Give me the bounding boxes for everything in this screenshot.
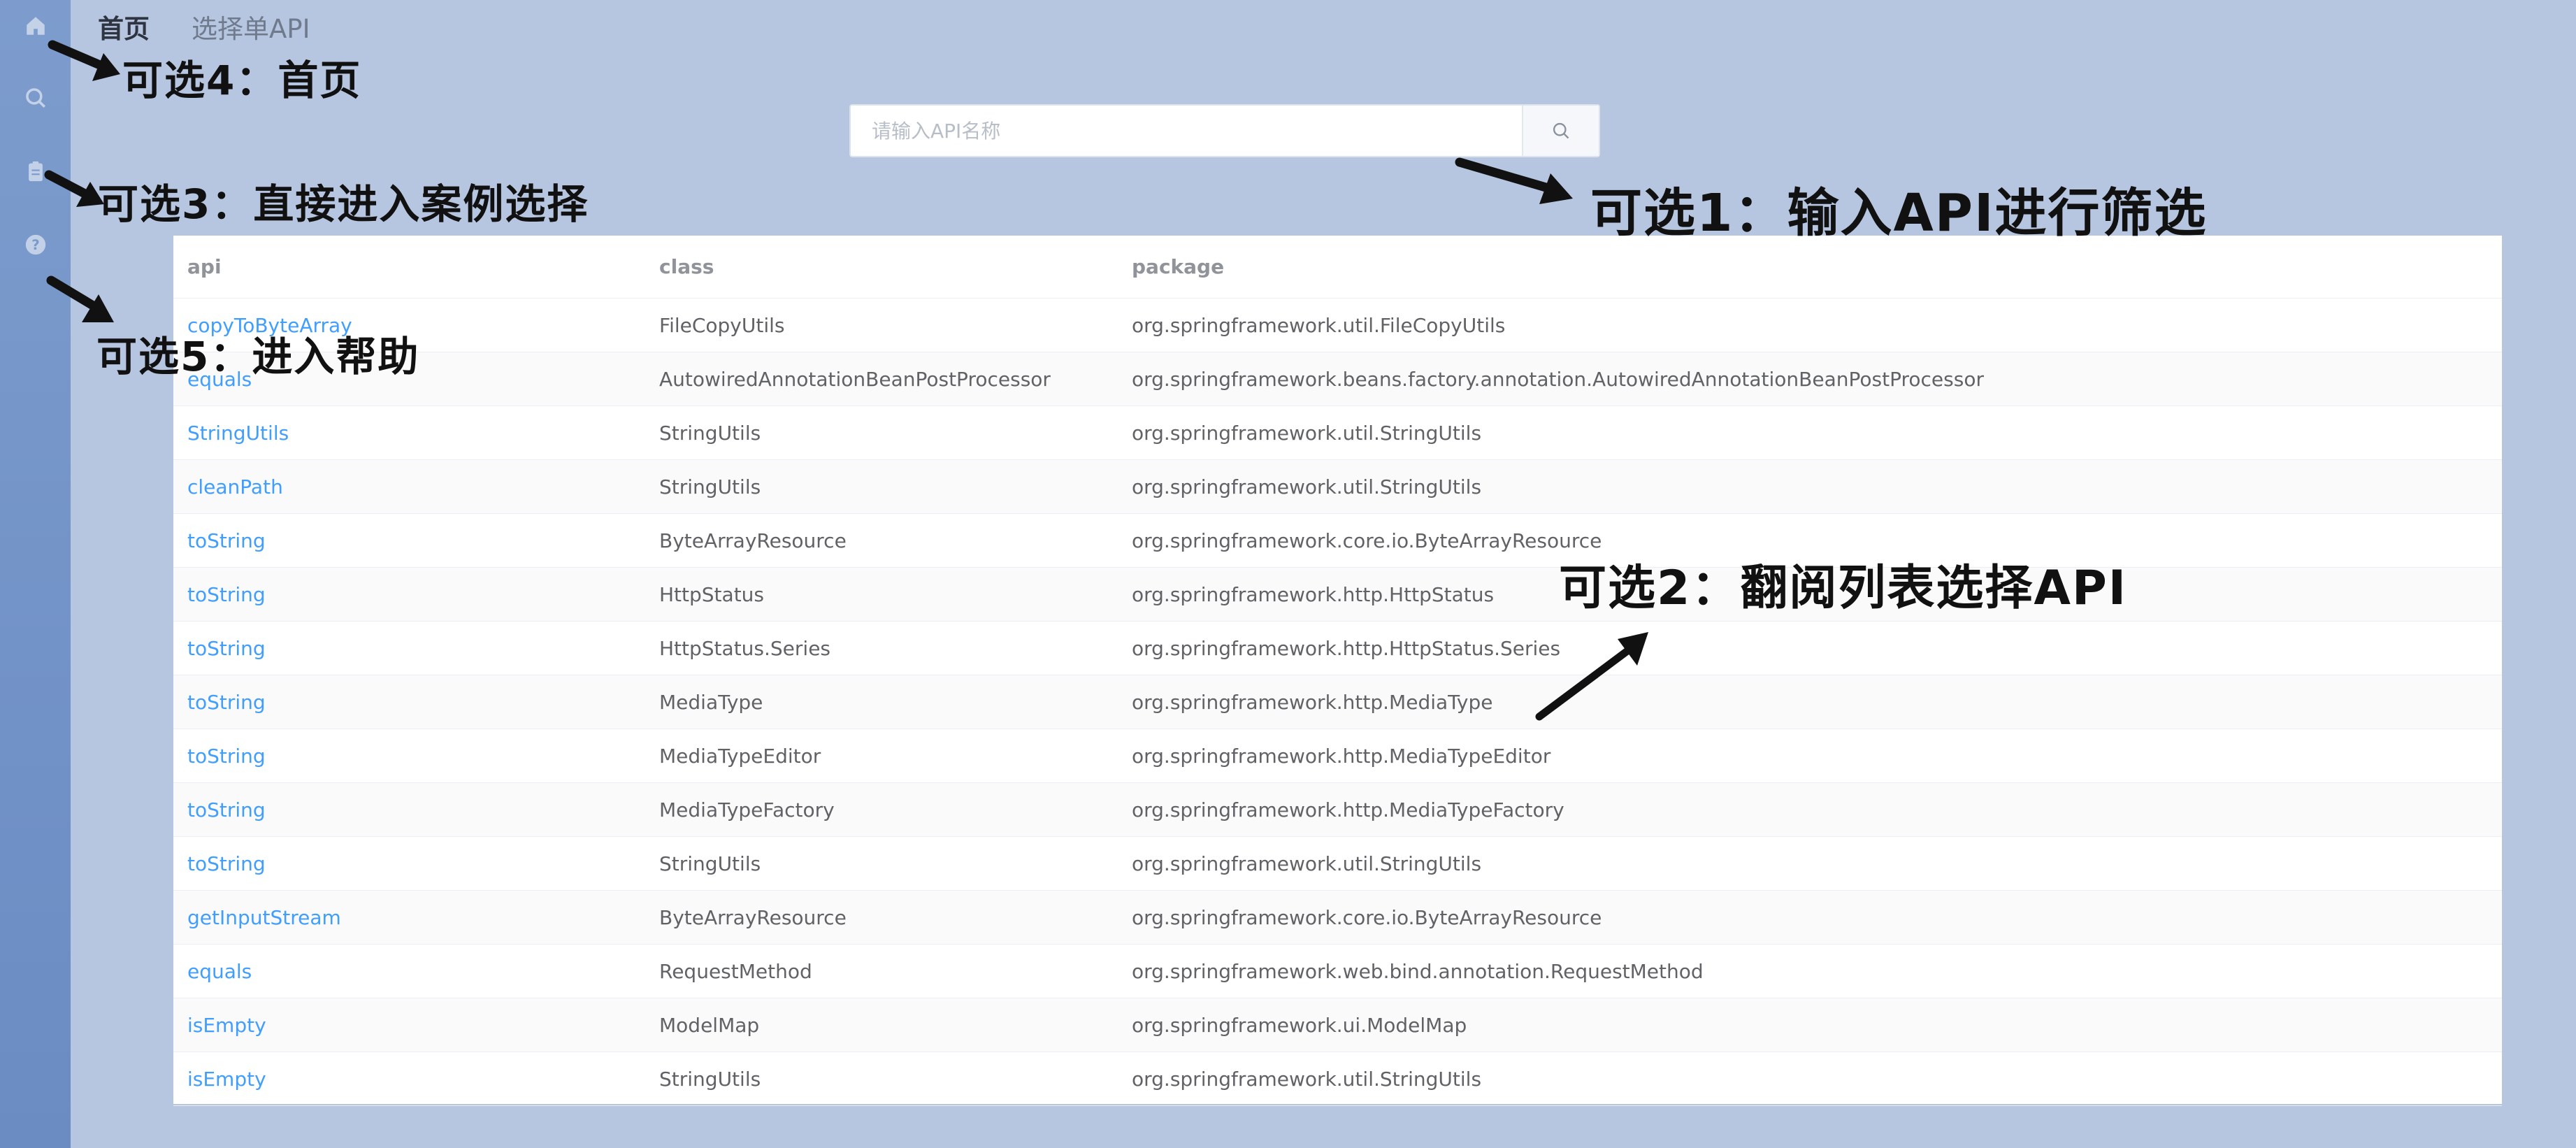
api-link[interactable]: toString	[173, 637, 645, 660]
api-link[interactable]: equals	[173, 960, 645, 983]
api-link[interactable]: toString	[173, 691, 645, 714]
package-cell: org.springframework.util.StringUtils	[1132, 421, 1482, 445]
table-row[interactable]: toString HttpStatus org.springframework.ht…	[173, 568, 2502, 622]
class-cell: FileCopyUtils	[659, 313, 785, 337]
annotation-option-4: 可选4：首页	[122, 57, 362, 104]
api-link[interactable]: isEmpty	[173, 1014, 645, 1037]
nav-home[interactable]: 首页	[98, 8, 150, 45]
svg-text:?: ?	[31, 237, 40, 253]
api-link[interactable]: cleanPath	[173, 475, 645, 498]
column-header-class: class	[659, 255, 714, 278]
table-row[interactable]: getInputStream ByteArrayResource org.sprin…	[173, 891, 2502, 945]
class-cell: ByteArrayResource	[659, 529, 847, 552]
column-header-package: package	[1132, 255, 1225, 278]
home-icon[interactable]	[18, 8, 53, 43]
arrow-option-4	[48, 40, 120, 81]
package-cell: org.springframework.http.MediaTypeFactor…	[1132, 798, 1564, 821]
class-cell: StringUtils	[659, 852, 761, 875]
arrow-option-3	[44, 170, 104, 207]
api-link[interactable]: toString	[173, 852, 645, 875]
class-cell: MediaType	[659, 690, 763, 714]
search-icon	[1553, 122, 1569, 139]
package-cell: org.springframework.util.StringUtils	[1132, 475, 1482, 498]
package-cell: org.springframework.web.bind.annotation.…	[1132, 959, 1704, 983]
table-row[interactable]: toString ByteArrayResource org.springframe…	[173, 514, 2502, 568]
search-icon[interactable]	[18, 80, 53, 115]
api-link[interactable]: StringUtils	[173, 422, 645, 445]
package-cell: org.springframework.ui.ModelMap	[1132, 1013, 1467, 1037]
class-cell: HttpStatus.Series	[659, 636, 831, 660]
api-link[interactable]: toString	[173, 583, 645, 606]
class-cell: RequestMethod	[659, 959, 812, 983]
api-link[interactable]: isEmpty	[173, 1068, 645, 1091]
column-header-api: api	[187, 255, 222, 278]
class-cell: AutowiredAnnotationBeanPostProcessor	[659, 367, 1051, 391]
table-row[interactable]: equals RequestMethod org.springframework.w…	[173, 945, 2502, 998]
table-row[interactable]: isEmpty StringUtils org.springframework.ut…	[173, 1052, 2502, 1106]
package-cell: org.springframework.beans.factory.annota…	[1132, 367, 1984, 391]
class-cell: MediaTypeEditor	[659, 744, 821, 768]
table-row[interactable]: toString StringUtils org.springframework.u…	[173, 837, 2502, 891]
class-cell: StringUtils	[659, 421, 761, 445]
table-row[interactable]: isEmpty ModelMap org.springframework.ui.Mo…	[173, 998, 2502, 1052]
package-cell: org.springframework.http.MediaTypeEditor	[1132, 744, 1551, 768]
class-cell: MediaTypeFactory	[659, 798, 835, 821]
class-cell: HttpStatus	[659, 582, 765, 606]
arrow-option-2	[1535, 632, 1648, 721]
package-cell: org.springframework.http.HttpStatus.Seri…	[1132, 636, 1561, 660]
api-table: api class package copyToByteArray FileCop…	[173, 236, 2502, 1106]
table-row[interactable]: StringUtils StringUtils org.springframewor…	[173, 406, 2502, 460]
table-row[interactable]: toString MediaTypeFactory org.springframew…	[173, 783, 2502, 837]
annotation-option-2: 可选2：翻阅列表选择API	[1559, 561, 2128, 616]
class-cell: StringUtils	[659, 1067, 761, 1091]
arrow-option-5	[46, 275, 114, 322]
top-nav: 首页 选择单API	[98, 6, 310, 48]
package-cell: org.springframework.util.StringUtils	[1132, 1067, 1482, 1091]
help-icon[interactable]: ?	[18, 227, 53, 262]
table-row[interactable]: toString HttpStatus.Series org.springframe…	[173, 622, 2502, 675]
search-button[interactable]	[1522, 106, 1599, 156]
table-row[interactable]: copyToByteArray FileCopyUtils org.springfr…	[173, 299, 2502, 352]
table-row[interactable]: toString MediaTypeEditor org.springframewo…	[173, 729, 2502, 783]
table-row[interactable]: toString MediaType org.springframework.htt…	[173, 675, 2502, 729]
class-cell: ModelMap	[659, 1013, 760, 1037]
search-bar	[849, 104, 1600, 157]
class-cell: ByteArrayResource	[659, 905, 847, 929]
class-cell: StringUtils	[659, 475, 761, 498]
api-link[interactable]: toString	[173, 745, 645, 768]
api-link[interactable]: getInputStream	[173, 906, 645, 929]
search-input[interactable]	[851, 106, 1522, 156]
annotation-option-5: 可选5：进入帮助	[96, 333, 420, 380]
package-cell: org.springframework.core.io.ByteArrayRes…	[1132, 905, 1602, 929]
nav-select-api[interactable]: 选择单API	[192, 8, 310, 45]
table-row[interactable]: equals AutowiredAnnotationBeanPostProcess…	[173, 352, 2502, 406]
annotation-option-3: 可选3：直接进入案例选择	[98, 180, 589, 228]
table-row[interactable]: cleanPath StringUtils org.springframework.…	[173, 460, 2502, 514]
package-cell: org.springframework.util.StringUtils	[1132, 852, 1482, 875]
package-cell: org.springframework.util.FileCopyUtils	[1132, 313, 1506, 337]
api-link[interactable]: toString	[173, 798, 645, 821]
annotation-option-1: 可选1：输入API进行筛选	[1590, 183, 2208, 243]
api-link[interactable]: toString	[173, 529, 645, 552]
package-cell: org.springframework.http.MediaType	[1132, 690, 1493, 714]
arrow-option-1	[1455, 157, 1573, 204]
